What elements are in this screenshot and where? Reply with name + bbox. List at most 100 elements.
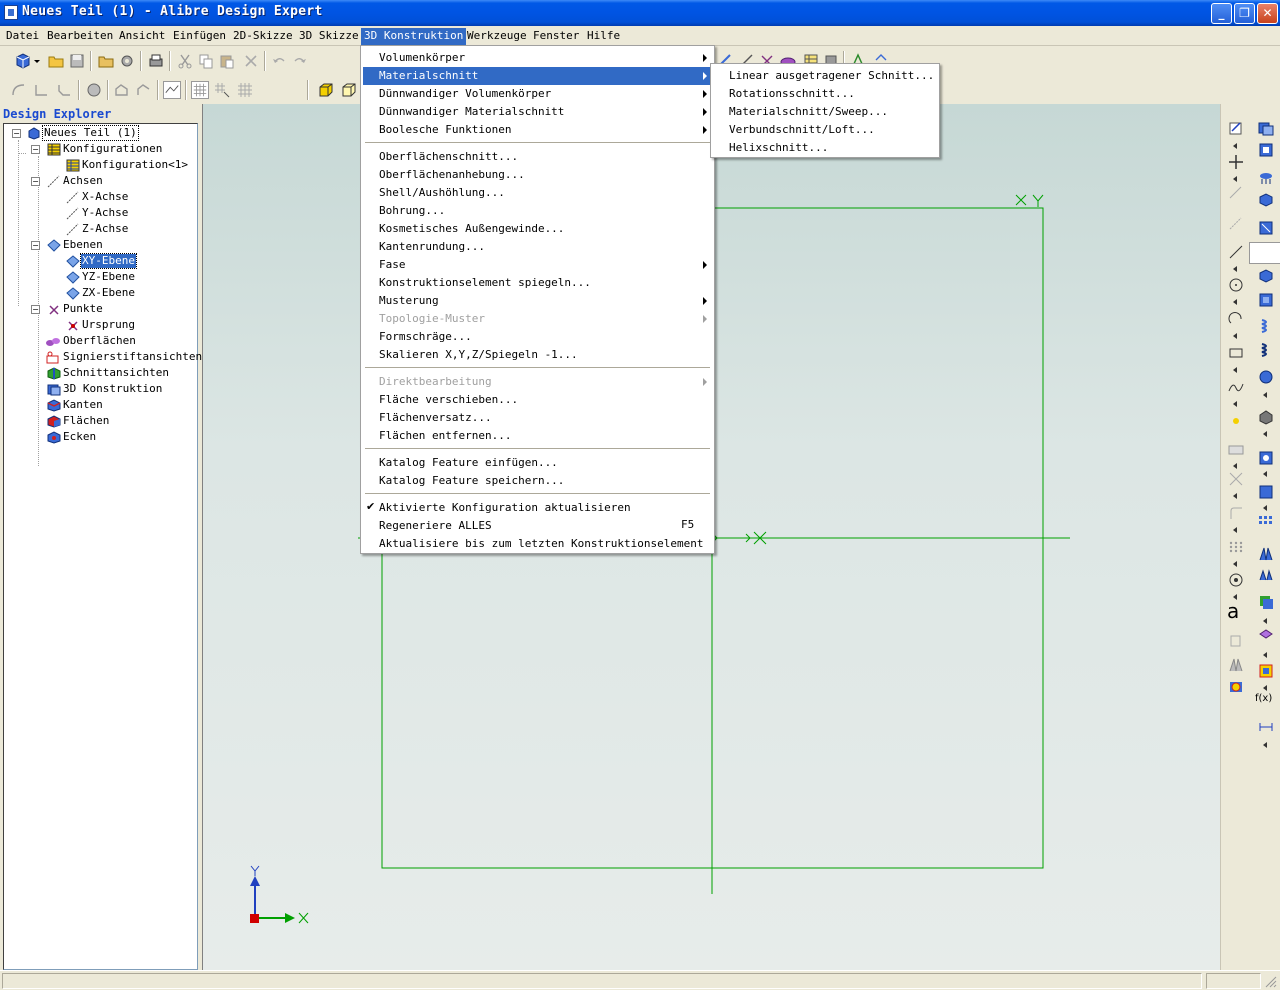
new-dropdown-arrow-icon[interactable] — [33, 52, 41, 70]
snap-grid-icon[interactable] — [213, 81, 231, 99]
boolean-icon[interactable] — [1258, 594, 1274, 610]
circle-icon[interactable] — [1228, 277, 1244, 293]
construction-line-icon[interactable] — [1228, 216, 1244, 232]
rectangle-icon[interactable] — [1228, 345, 1244, 361]
sphere-icon[interactable] — [1258, 369, 1274, 385]
menu-item-volumenkoerper[interactable]: Volumenkörper — [363, 49, 712, 67]
menu-item-regeneriere-alles[interactable]: Regeneriere ALLES — [363, 517, 712, 535]
minimize-button[interactable]: _ — [1211, 3, 1232, 24]
save-icon[interactable] — [68, 52, 86, 70]
sketch-fillet-icon[interactable] — [1228, 505, 1244, 521]
menu-ansicht[interactable]: Ansicht — [116, 28, 168, 45]
sketch-icon[interactable] — [1228, 120, 1244, 136]
mirror-feature-icon[interactable] — [1258, 546, 1274, 562]
menu-item-oberflaechenanhebung[interactable]: Oberflächenanhebung... — [363, 166, 712, 184]
menu-datei[interactable]: Datei — [3, 28, 42, 45]
menu-bearbeiten[interactable]: Bearbeiten — [44, 28, 116, 45]
submenu-item-verbundschnitt-loft[interactable]: Verbundschnitt/Loft... — [713, 121, 937, 139]
hole-icon[interactable] — [1258, 409, 1274, 425]
expander-punkte[interactable]: − — [31, 305, 40, 314]
copy-sketch-icon[interactable] — [1228, 633, 1244, 649]
menu-item-kosmetisches-aussengewinde[interactable]: Kosmetisches Außengewinde... — [363, 220, 712, 238]
menu-item-skalieren[interactable]: Skalieren X,Y,Z/Spiegeln -1... — [363, 346, 712, 364]
menu-item-flaeche-verschieben[interactable]: Fläche verschieben... — [363, 391, 712, 409]
menu-einfuegen[interactable]: Einfügen — [170, 28, 229, 45]
maximize-button[interactable]: ❐ — [1234, 3, 1255, 24]
expander-achsen[interactable]: − — [31, 177, 40, 186]
menu-item-aktivierte-konfiguration-aktualisieren[interactable]: Aktivierte Konfiguration aktualisieren — [363, 499, 712, 517]
circular-pattern-icon[interactable] — [1228, 572, 1244, 588]
print-icon[interactable] — [147, 52, 165, 70]
menu-item-flaechenversatz[interactable]: Flächenversatz... — [363, 409, 712, 427]
menu-2d-skizze[interactable]: 2D-Skizze — [230, 28, 296, 45]
menu-item-kantenrundung[interactable]: Kantenrundung... — [363, 238, 712, 256]
wireframe-view-icon[interactable] — [340, 81, 358, 99]
extrude-icon[interactable] — [1258, 120, 1274, 136]
tangent-arc-icon[interactable] — [10, 81, 28, 99]
revolve-cut-icon[interactable] — [1258, 192, 1274, 208]
properties-gear-icon[interactable] — [118, 52, 136, 70]
dimension-tool-icon[interactable] — [1258, 719, 1274, 735]
menu-item-musterung[interactable]: Musterung — [363, 292, 712, 310]
catalog-icon[interactable] — [1258, 663, 1274, 679]
menu-fenster[interactable]: Fenster — [530, 28, 582, 45]
text-tool-icon[interactable]: a — [1227, 601, 1239, 621]
menu-item-katalog-feature-speichern[interactable]: Katalog Feature speichern... — [363, 472, 712, 490]
menu-item-duennwandiger-volumenkoerper[interactable]: Dünnwandiger Volumenkörper — [363, 85, 712, 103]
mirror-sketch-icon[interactable] — [1228, 657, 1244, 673]
thread-icon[interactable] — [1258, 342, 1274, 358]
paste-icon[interactable] — [218, 52, 236, 70]
arc-icon[interactable] — [1228, 311, 1244, 327]
submenu-item-helixschnitt[interactable]: Helixschnitt... — [713, 139, 937, 157]
resize-grip-icon[interactable] — [1264, 975, 1277, 988]
line-icon[interactable] — [1228, 244, 1244, 260]
menu-item-boolesche-funktionen[interactable]: Boolesche Funktionen — [363, 121, 712, 139]
menu-item-topologie-muster[interactable]: Topologie-Muster — [363, 310, 712, 328]
cut-icon[interactable] — [176, 52, 194, 70]
expander-konfigurationen[interactable]: − — [31, 145, 40, 154]
loft-icon[interactable] — [1258, 268, 1274, 284]
extrude-cut-icon[interactable] — [1258, 142, 1274, 158]
menu-item-formschraege[interactable]: Formschräge... — [363, 328, 712, 346]
menu-item-aktualisiere-bis-letzten[interactable]: Aktualisiere bis zum letzten Konstruktio… — [363, 535, 712, 553]
helix-icon[interactable] — [1258, 318, 1274, 334]
sweep-icon[interactable] — [1258, 220, 1274, 236]
menu-3d-skizze[interactable]: 3D Skizze — [296, 28, 362, 45]
menu-item-bohrung[interactable]: Bohrung... — [363, 202, 712, 220]
offset-icon[interactable] — [135, 81, 153, 99]
fillet-feature-icon[interactable] — [1258, 484, 1274, 500]
chamfer-icon[interactable] — [56, 81, 74, 99]
move-face-icon[interactable] — [1258, 628, 1274, 644]
undo-icon[interactable] — [270, 52, 288, 70]
sketch-point-icon[interactable] — [1228, 413, 1244, 429]
revolve-icon[interactable] — [1258, 170, 1274, 186]
shaded-view-icon[interactable] — [317, 81, 335, 99]
view-dropdown-panel[interactable] — [1249, 242, 1280, 264]
keyboard-icon[interactable] — [1228, 441, 1244, 457]
grid-icon[interactable] — [236, 81, 254, 99]
pattern-dots-icon[interactable] — [1228, 539, 1244, 555]
rotate-view-icon[interactable] — [85, 81, 103, 99]
menu-item-shell-aushoehlung[interactable]: Shell/Aushöhlung... — [363, 184, 712, 202]
menu-item-flaechen-entfernen[interactable]: Flächen entfernen... — [363, 427, 712, 445]
copy-icon[interactable] — [197, 52, 215, 70]
color-figure-icon[interactable] — [1228, 678, 1244, 694]
redo-icon[interactable] — [291, 52, 309, 70]
mirror-icon[interactable] — [113, 81, 131, 99]
linear-pattern-icon[interactable] — [1258, 514, 1274, 530]
open-folder-icon[interactable] — [47, 52, 65, 70]
dimension-icon[interactable] — [163, 81, 181, 99]
draft-icon[interactable] — [1258, 568, 1274, 584]
menu-3d-konstruktion[interactable]: 3D Konstruktion — [361, 28, 467, 45]
expander-neues-teil[interactable]: − — [12, 129, 21, 138]
submenu-item-rotationsschnitt[interactable]: Rotationsschnitt... — [713, 85, 937, 103]
line-gray-icon[interactable] — [1228, 185, 1244, 201]
close-button[interactable]: ✕ — [1257, 3, 1278, 24]
trim-icon[interactable] — [1228, 471, 1244, 487]
grid-toggle-icon[interactable] — [191, 81, 209, 99]
menu-item-katalog-feature-einfuegen[interactable]: Katalog Feature einfügen... — [363, 454, 712, 472]
menu-item-fase[interactable]: Fase — [363, 256, 712, 274]
equation-editor-icon[interactable]: f(x) — [1255, 693, 1272, 704]
chamfer-feature-icon[interactable] — [1258, 450, 1274, 466]
menu-hilfe[interactable]: Hilfe — [584, 28, 623, 45]
